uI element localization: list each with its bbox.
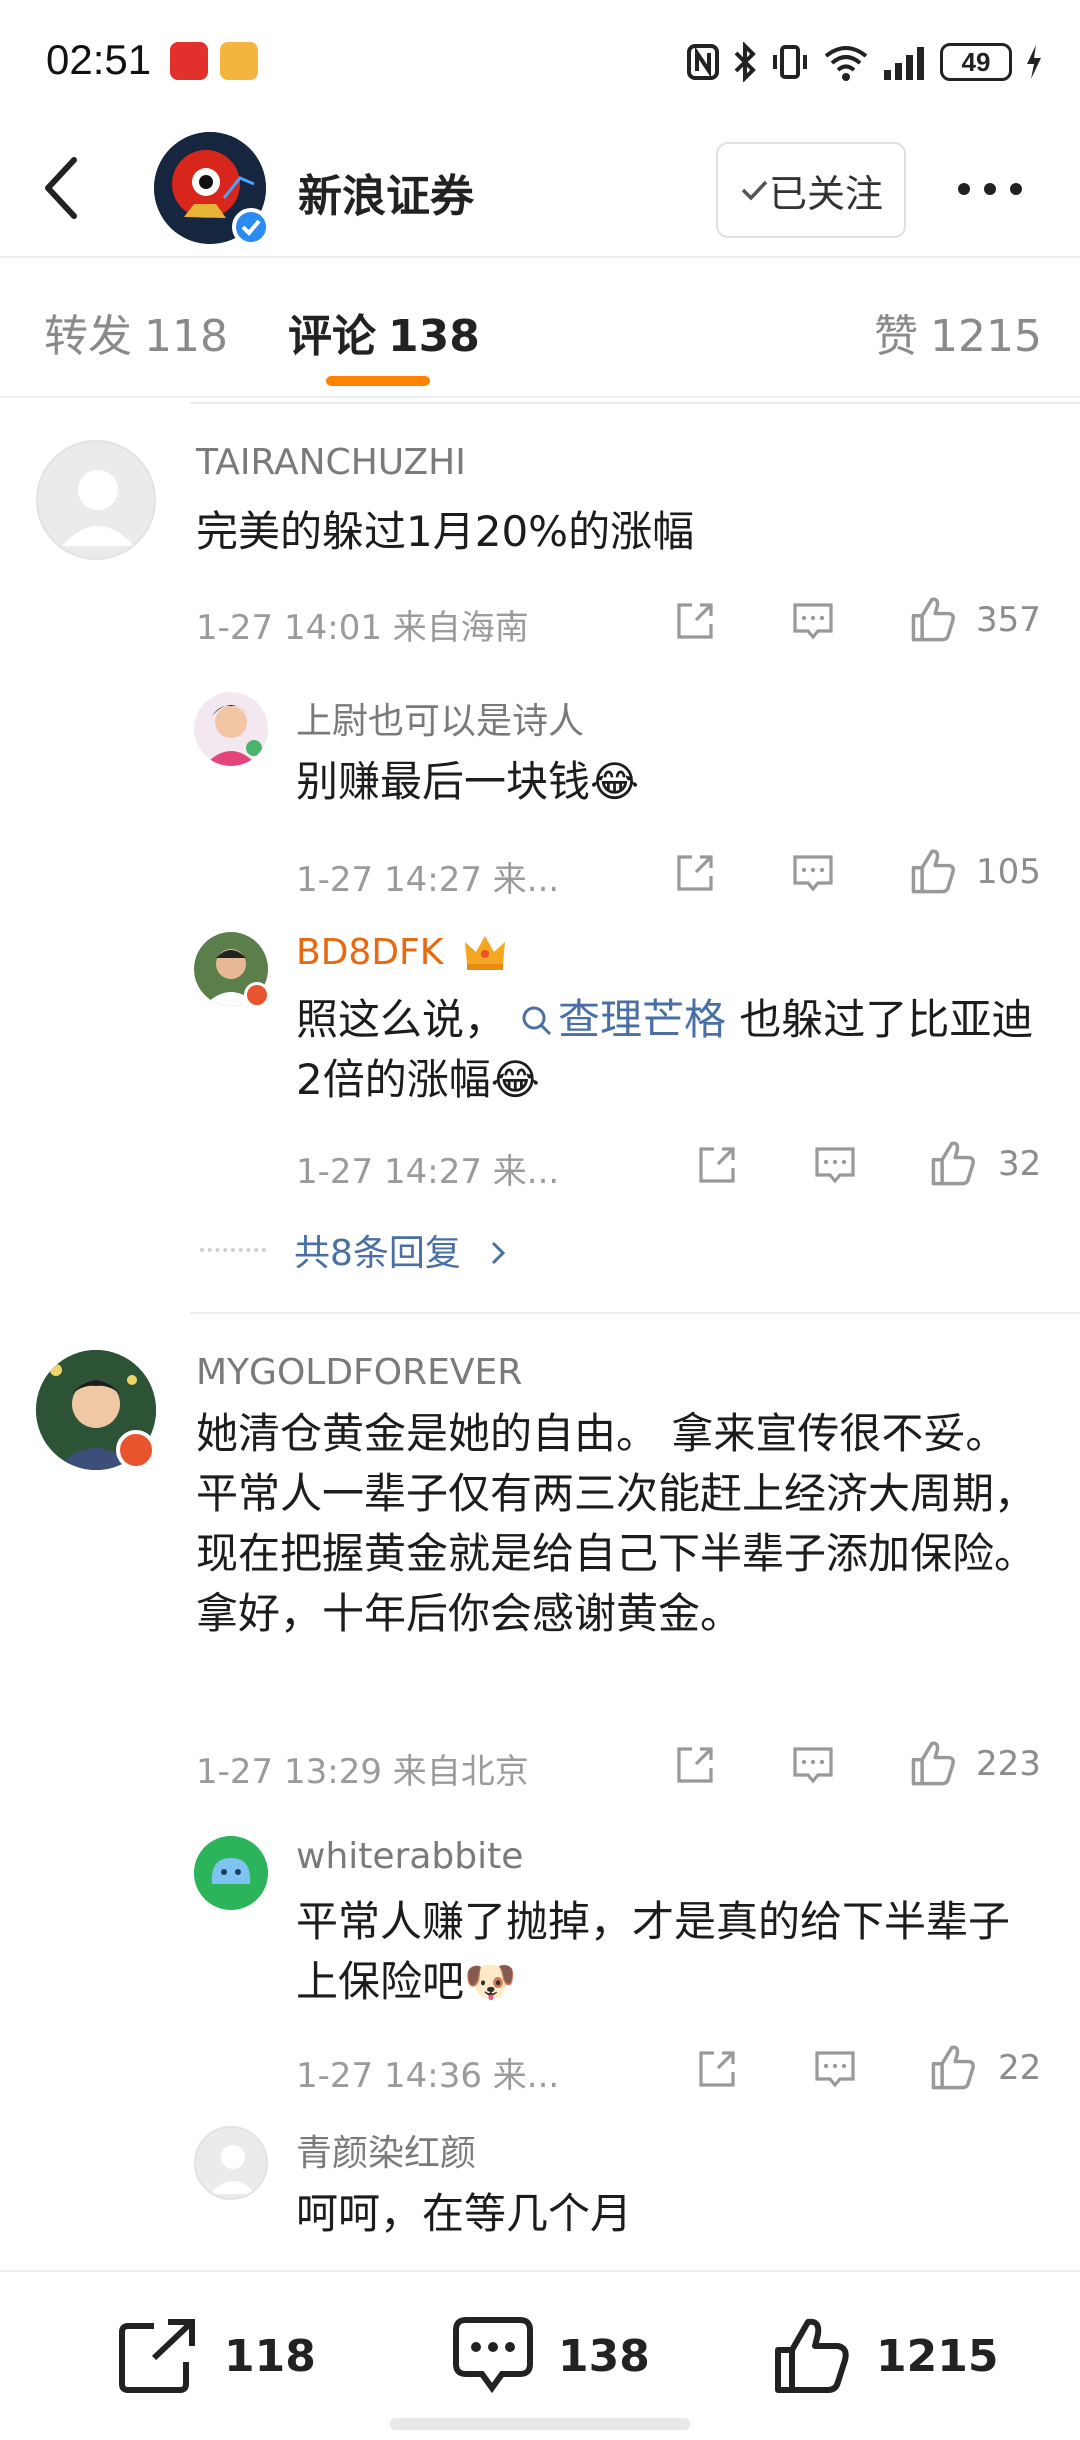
like-count: 357 xyxy=(976,600,1041,640)
avatar[interactable] xyxy=(194,692,268,766)
following-label: 已关注 xyxy=(768,171,883,216)
like-icon[interactable] xyxy=(908,846,958,896)
checkmark-icon xyxy=(741,180,768,201)
tab-count: 118 xyxy=(144,311,228,362)
chevron-right-icon xyxy=(492,1241,506,1265)
tab-label: 赞 xyxy=(874,311,918,362)
back-arrow-icon[interactable] xyxy=(34,150,94,226)
reply-username[interactable]: whiterabbite xyxy=(296,1836,523,1877)
tab-count: 1215 xyxy=(930,311,1042,362)
bottom-action-bar: 118 138 1215 xyxy=(0,2270,1080,2440)
search-icon xyxy=(522,1006,552,1036)
comment-button[interactable]: 138 xyxy=(452,2316,650,2396)
tab-bar: 转发 118 评论 138 赞 1215 xyxy=(0,258,1080,398)
vibrate-icon xyxy=(773,45,807,79)
dotted-divider xyxy=(200,1248,266,1252)
like-icon[interactable] xyxy=(908,1738,958,1788)
weibo-notification-icon xyxy=(220,42,258,80)
share-icon[interactable] xyxy=(672,598,718,644)
comment-meta: 1-27 13:29 来自北京 xyxy=(196,1752,529,1792)
more-replies-label: 共8条回复 xyxy=(294,1233,461,1274)
tab-label: 转发 xyxy=(44,311,132,362)
status-bar: 02:51 49 xyxy=(0,0,1080,120)
comment-username[interactable]: TAIRANCHUZHI xyxy=(196,442,466,483)
comment-count: 138 xyxy=(558,2330,650,2382)
top-navigation-bar: 新浪证券 已关注 xyxy=(0,120,1080,258)
comment-text: 她清仓黄金是她的自由。 拿来宣传很不妥。平常人一辈子仅有两三次能赶上经济大周期，… xyxy=(196,1409,1037,1638)
tab-label: 评论 xyxy=(288,311,376,362)
reply-username[interactable]: 青颜染红颜 xyxy=(296,2124,476,2176)
divider xyxy=(190,402,1080,404)
repost-button[interactable]: 118 xyxy=(118,2316,316,2396)
tab-comments[interactable]: 评论 138 xyxy=(288,300,480,364)
like-count: 223 xyxy=(976,1744,1041,1784)
verified-user-badge-icon xyxy=(244,982,270,1008)
share-icon[interactable] xyxy=(694,2046,740,2092)
like-icon[interactable] xyxy=(928,2042,978,2092)
share-icon xyxy=(119,2319,195,2393)
like-count: 1215 xyxy=(876,2330,999,2382)
status-time: 02:51 xyxy=(46,36,152,83)
verified-user-badge-icon xyxy=(116,1430,156,1470)
reply-text: 呵呵，在等几个月 xyxy=(296,2189,633,2238)
comment-meta: 1-27 14:01 来自海南 xyxy=(196,608,529,648)
reply-icon[interactable] xyxy=(790,1742,836,1788)
like-count: 105 xyxy=(976,852,1041,892)
reply-icon[interactable] xyxy=(812,1142,858,1188)
share-icon[interactable] xyxy=(694,1142,740,1188)
following-button[interactable]: 已关注 xyxy=(716,142,906,238)
nfc-icon xyxy=(687,44,719,80)
tab-count: 138 xyxy=(388,311,480,362)
like-icon[interactable] xyxy=(928,1138,978,1188)
topic-link[interactable]: 查理芒格 xyxy=(506,995,726,1044)
comment-username[interactable]: MYGOLDFOREVER xyxy=(196,1352,522,1393)
like-count: 32 xyxy=(998,1144,1042,1184)
like-button[interactable]: 1215 xyxy=(772,2316,998,2396)
repost-count: 118 xyxy=(224,2330,316,2382)
reply-icon[interactable] xyxy=(790,850,836,896)
topic-label: 查理芒格 xyxy=(558,995,727,1044)
comment-text: 完美的躲过1月20%的涨幅 xyxy=(196,507,695,556)
thumbs-up-icon xyxy=(775,2318,849,2393)
reply-text: 平常人赚了抛掉，才是真的给下半辈子上保险吧🐶 xyxy=(296,1897,1011,2006)
account-name[interactable]: 新浪证券 xyxy=(298,160,474,224)
signal-icon xyxy=(884,47,924,80)
tab-reposts[interactable]: 转发 118 xyxy=(44,300,228,364)
vip-crown-icon xyxy=(465,936,505,970)
reply-meta: 1-27 14:27 来... xyxy=(296,1152,560,1192)
tab-likes[interactable]: 赞 1215 xyxy=(874,300,1042,364)
verified-badge-icon xyxy=(232,208,270,246)
reply-icon[interactable] xyxy=(812,2046,858,2092)
reply-text: 别赚最后一块钱😂 xyxy=(296,757,640,806)
like-count: 22 xyxy=(998,2048,1042,2088)
share-icon[interactable] xyxy=(672,850,718,896)
view-more-replies-link[interactable]: 共8条回复 xyxy=(294,1224,510,1276)
comment-icon xyxy=(453,2317,533,2394)
reply-icon[interactable] xyxy=(790,598,836,644)
more-options-icon[interactable] xyxy=(950,164,1030,214)
reply-text: 照这么说， 查理芒格 也躲过了比亚迪2倍的涨幅😂 xyxy=(296,990,1036,1110)
reply-username[interactable]: 上尉也可以是诗人 xyxy=(296,692,584,744)
home-indicator xyxy=(390,2418,690,2430)
app-notification-icon xyxy=(170,42,208,80)
avatar[interactable] xyxy=(194,1836,268,1910)
like-icon[interactable] xyxy=(908,594,958,644)
reply-username[interactable]: BD8DFK xyxy=(296,932,443,973)
divider xyxy=(190,1312,1080,1314)
avatar[interactable] xyxy=(194,2126,268,2200)
reply-meta: 1-27 14:36 来... xyxy=(296,2056,560,2096)
avatar[interactable] xyxy=(36,440,156,560)
active-tab-indicator xyxy=(326,376,430,386)
reply-meta: 1-27 14:27 来... xyxy=(296,860,560,900)
reply-text-part: 照这么说， xyxy=(296,995,507,1044)
charging-icon xyxy=(1027,45,1041,79)
share-icon[interactable] xyxy=(672,1742,718,1788)
bluetooth-icon xyxy=(734,42,756,82)
wifi-icon xyxy=(824,46,868,81)
battery-indicator: 49 xyxy=(940,43,1012,81)
